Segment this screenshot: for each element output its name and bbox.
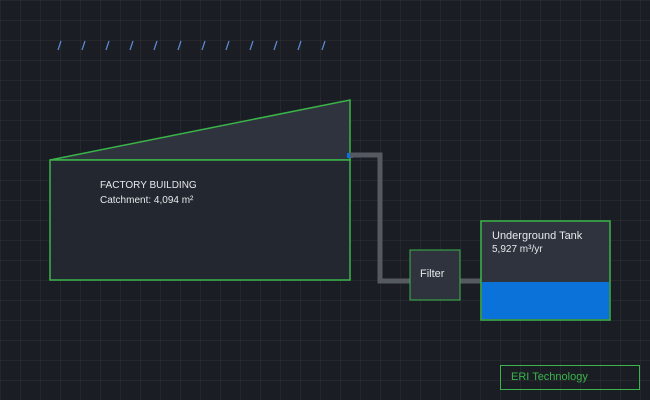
filter-label: Filter — [420, 268, 445, 280]
building-title: FACTORY BUILDING — [100, 180, 197, 191]
rain-drop — [81, 40, 86, 51]
rain-drop — [297, 40, 302, 51]
rain-drop — [129, 40, 134, 51]
rain-drop — [321, 40, 326, 51]
tank-title: Underground Tank — [492, 230, 583, 242]
rain-drop — [105, 40, 110, 51]
rain-drop — [273, 40, 278, 51]
rain-drop — [201, 40, 206, 51]
rain-drop — [249, 40, 254, 51]
factory-building — [49, 159, 351, 281]
rain-drops — [57, 40, 326, 51]
rain-drop — [225, 40, 230, 51]
roof-catchment — [49, 99, 351, 161]
tank-water-level — [482, 282, 609, 319]
brand-badge: ERI Technology — [500, 365, 640, 390]
diagram-canvas: FACTORY BUILDING Catchment: 4,094 m² Fil… — [0, 0, 650, 400]
rain-drop — [57, 40, 62, 51]
diagram-svg — [49, 40, 611, 321]
building-catchment: Catchment: 4,094 m² — [100, 195, 194, 206]
downpipe — [350, 152, 410, 284]
rain-drop — [177, 40, 182, 51]
tank-volume: 5,927 m³/yr — [492, 244, 543, 255]
rain-drop — [153, 40, 158, 51]
